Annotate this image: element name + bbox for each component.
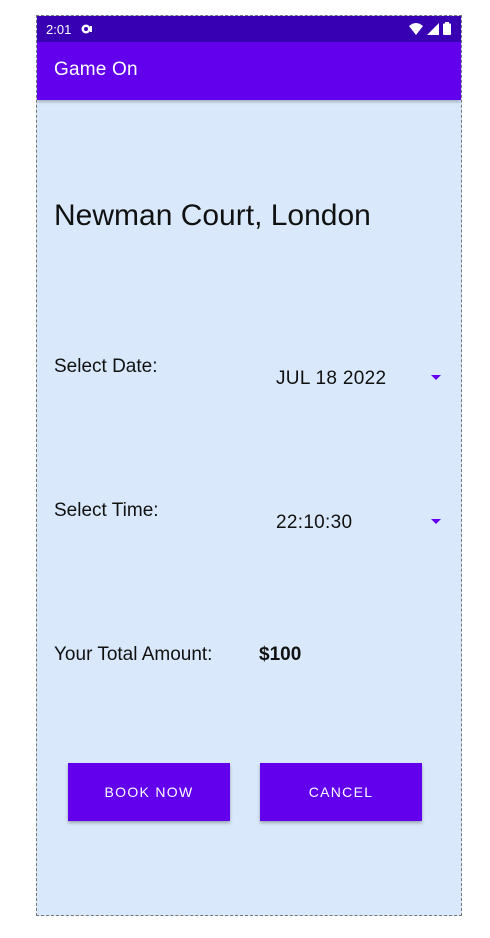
time-spinner[interactable]: 22:10:30 <box>265 502 450 542</box>
select-time-label: Select Time: <box>54 500 159 521</box>
battery-icon <box>443 22 451 35</box>
total-amount-label: Your Total Amount: <box>54 644 213 665</box>
app-bar: Game On <box>37 42 461 100</box>
status-icons <box>409 22 451 35</box>
app-title: Game On <box>54 59 138 80</box>
book-now-button[interactable]: BOOK NOW <box>68 763 230 821</box>
time-value: 22:10:30 <box>276 512 353 533</box>
venue-title: Newman Court, London <box>54 199 371 232</box>
dropdown-arrow-icon <box>431 519 441 524</box>
select-date-label: Select Date: <box>54 356 158 377</box>
date-value: JUL 18 2022 <box>276 368 387 389</box>
cancel-button[interactable]: CANCEL <box>260 763 422 821</box>
phone-screen: 2:01 Game On Newman Court, London Select… <box>36 15 462 916</box>
date-spinner[interactable]: JUL 18 2022 <box>265 358 450 398</box>
status-time: 2:01 <box>46 22 72 37</box>
total-amount-value: $100 <box>259 644 302 665</box>
notification-icon <box>81 24 92 34</box>
dropdown-arrow-icon <box>431 375 441 380</box>
wifi-icon <box>409 22 423 35</box>
signal-icon <box>427 22 439 35</box>
status-bar: 2:01 <box>37 16 461 42</box>
